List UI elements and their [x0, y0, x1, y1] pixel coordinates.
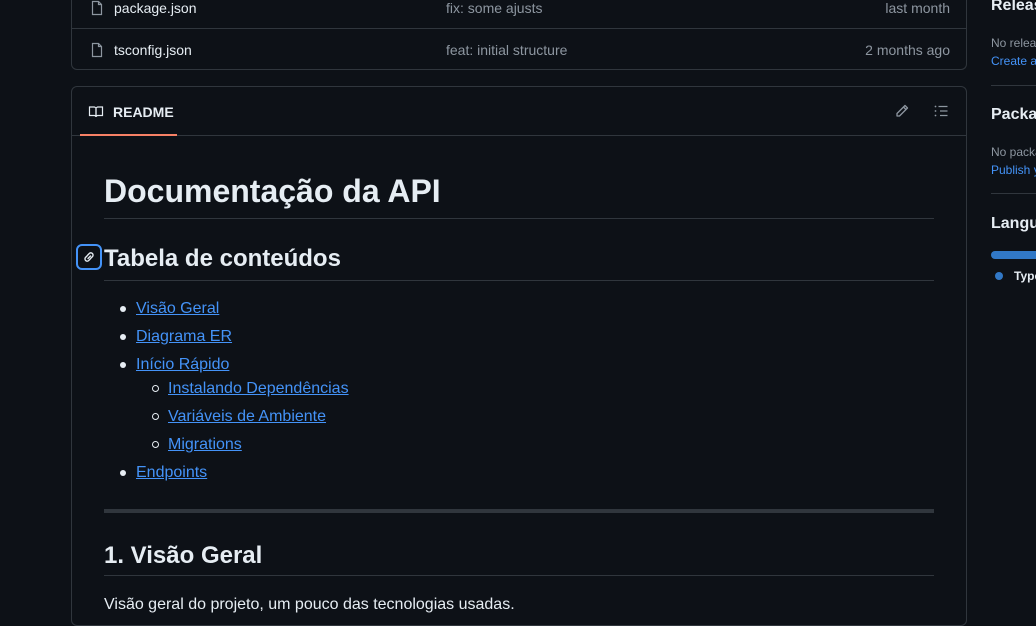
commit-message-link[interactable]: feat: initial structure	[446, 42, 567, 58]
toc-item: Visão Geral	[120, 298, 219, 320]
toc-item: Diagrama ER	[120, 326, 232, 348]
commit-date: last month	[885, 0, 950, 16]
releases-empty-text: No releases published	[991, 36, 1036, 50]
toc-link-endpoints[interactable]: Endpoints	[136, 464, 207, 481]
file-row[interactable]: package.json fix: some ajusts last month	[72, 0, 966, 29]
bullet	[120, 334, 126, 340]
tab-readme[interactable]: README	[80, 87, 177, 136]
bullet	[152, 385, 159, 392]
file-list: package.json fix: some ajusts last month…	[71, 0, 967, 70]
heading-divider	[104, 218, 934, 219]
section-paragraph: Visão geral do projeto, um pouco das tec…	[104, 596, 515, 613]
commit-message-link[interactable]: fix: some ajusts	[446, 0, 542, 16]
heading-divider	[104, 280, 934, 281]
section-heading: 1. Visão Geral	[104, 542, 263, 569]
toc-heading: Tabela de conteúdos	[104, 245, 341, 272]
toc-link-visao-geral[interactable]: Visão Geral	[136, 300, 219, 317]
bullet	[152, 441, 159, 448]
readme-panel: README Documentação da API Tabela de con…	[71, 86, 967, 626]
releases-title[interactable]: Releases	[991, 0, 1036, 15]
toc-item: Início Rápido	[120, 354, 229, 376]
toc-link-diagrama-er[interactable]: Diagrama ER	[136, 328, 232, 345]
file-icon	[91, 0, 103, 16]
toc-item: Migrations	[152, 434, 242, 456]
file-row[interactable]: tsconfig.json feat: initial structure 2 …	[72, 29, 966, 70]
horizontal-rule	[104, 509, 934, 513]
packages-empty-text: No packages published	[991, 145, 1036, 159]
file-name-link[interactable]: tsconfig.json	[114, 42, 192, 58]
heading-divider	[104, 575, 934, 576]
publish-package-link[interactable]: Publish your first package	[991, 163, 1036, 177]
pencil-icon[interactable]	[894, 103, 910, 119]
toc-link-instalando-dependencias[interactable]: Instalando Dependências	[168, 380, 349, 397]
readme-title: Documentação da API	[104, 173, 441, 209]
toc-link-variaveis-de-ambiente[interactable]: Variáveis de Ambiente	[168, 408, 326, 425]
readme-header: README	[72, 87, 966, 136]
language-label[interactable]: TypeScript	[1014, 269, 1036, 283]
bullet	[152, 413, 159, 420]
toc-link-inicio-rapido[interactable]: Início Rápido	[136, 356, 229, 373]
tab-readme-label: README	[113, 104, 174, 120]
commit-date: 2 months ago	[865, 41, 950, 58]
packages-title[interactable]: Packages	[991, 106, 1036, 124]
bullet	[120, 306, 126, 312]
language-color-dot	[995, 272, 1003, 280]
book-icon	[88, 106, 104, 118]
list-icon[interactable]	[933, 103, 949, 119]
toc-item: Variáveis de Ambiente	[152, 406, 326, 428]
toc-item: Endpoints	[120, 462, 207, 484]
toc-item: Instalando Dependências	[152, 378, 349, 400]
bullet	[120, 470, 126, 476]
file-icon	[91, 42, 103, 57]
language-bar	[991, 251, 1036, 259]
file-name-link[interactable]: package.json	[114, 0, 197, 16]
bullet	[120, 362, 126, 368]
create-release-link[interactable]: Create a new release	[991, 54, 1036, 68]
toc-link-migrations[interactable]: Migrations	[168, 436, 242, 453]
languages-title: Languages	[991, 215, 1036, 232]
link-icon[interactable]	[76, 244, 102, 270]
repo-sidebar: Releases No releases published Create a …	[991, 0, 1036, 610]
sidebar-divider	[991, 193, 1036, 194]
sidebar-divider	[991, 85, 1036, 86]
